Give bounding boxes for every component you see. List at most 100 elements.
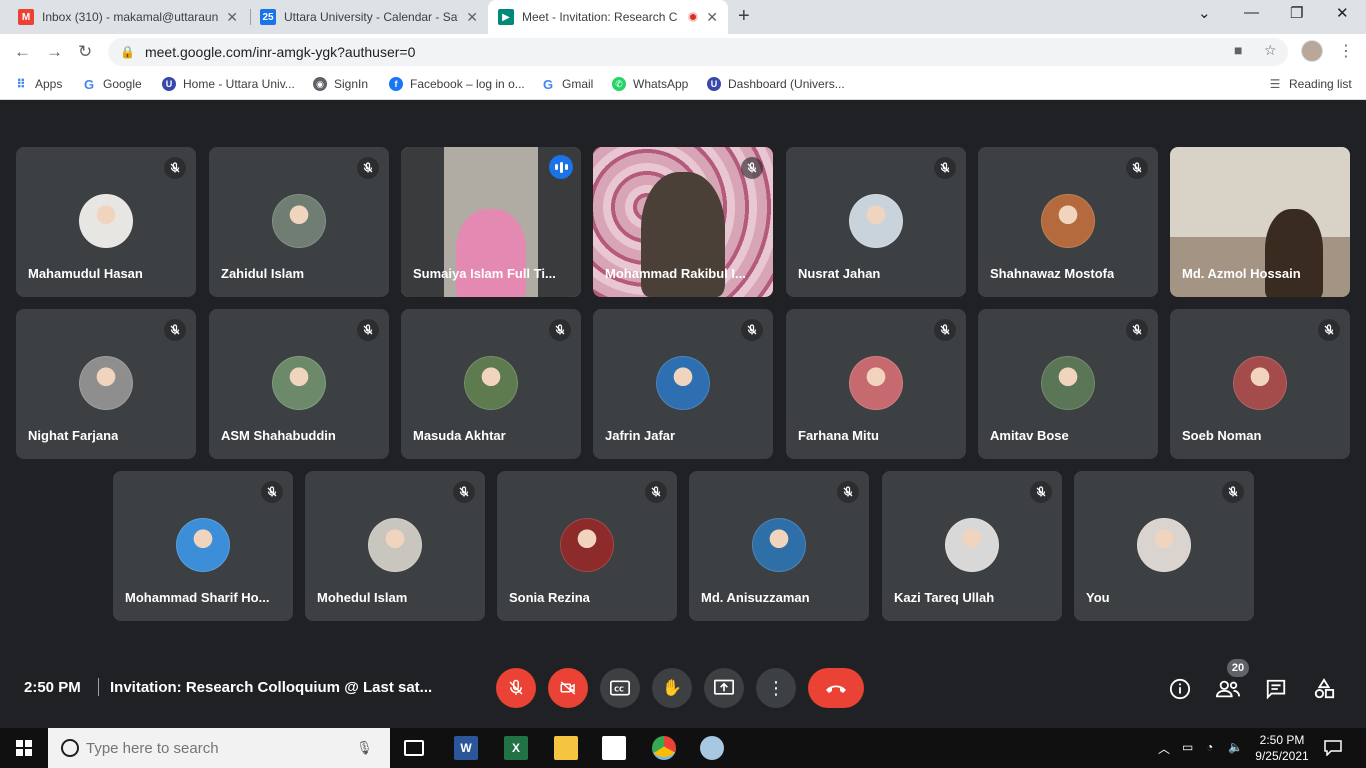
participant-tile[interactable]: ASM Shahabuddin <box>209 309 389 459</box>
mic-off-icon <box>1126 157 1148 179</box>
battery-icon[interactable]: ▭ <box>1182 740 1193 754</box>
address-bar[interactable]: 🔒 meet.google.com/inr-amgk-ygk?authuser=… <box>108 38 1288 66</box>
mic-off-icon <box>837 481 859 503</box>
activities-button[interactable] <box>1311 676 1337 702</box>
bookmark-facebook[interactable]: f Facebook – log in o... <box>389 77 525 91</box>
taskbar-search[interactable]: 🎙 <box>48 728 390 768</box>
reload-button[interactable]: ↻ <box>78 42 92 62</box>
participant-name: Kazi Tareq Ullah <box>894 590 995 605</box>
wifi-icon[interactable]: ◔ <box>1206 740 1213 754</box>
taskbar-date: 9/25/2021 <box>1255 749 1309 763</box>
close-window-button[interactable]: ✕ <box>1336 4 1349 22</box>
browser-menu-icon[interactable]: ⋮ <box>1338 41 1354 61</box>
participant-tile[interactable]: Sumaiya Islam Full Ti... <box>401 147 581 297</box>
participant-name: Masuda Akhtar <box>413 428 506 443</box>
participant-name: Mohammad Rakibul I... <box>605 266 746 281</box>
close-tab-icon[interactable]: ✕ <box>706 9 718 26</box>
bookmark-label: Apps <box>35 77 63 91</box>
close-tab-icon[interactable]: ✕ <box>226 9 238 26</box>
show-hidden-icons[interactable]: ︿ <box>1158 740 1170 757</box>
participant-tile[interactable]: Kazi Tareq Ullah <box>882 471 1062 621</box>
participant-tile[interactable]: Mahamudul Hasan <box>16 147 196 297</box>
back-button[interactable]: ← <box>14 42 31 62</box>
reading-list-button[interactable]: ☰ Reading list <box>1268 77 1352 91</box>
windows-start-icon[interactable] <box>16 740 32 761</box>
bookmark-label: Home - Uttara Univ... <box>183 77 295 91</box>
participant-avatar <box>945 518 999 572</box>
bookmark-label: Gmail <box>562 77 594 91</box>
taskbar-search-input[interactable] <box>86 739 356 757</box>
info-icon <box>1169 678 1191 700</box>
lock-icon[interactable]: 🔒 <box>120 45 135 59</box>
raise-hand-button[interactable]: ✋ <box>652 668 692 708</box>
mic-off-icon <box>164 157 186 179</box>
participant-tile[interactable]: Jafrin Jafar <box>593 309 773 459</box>
bookmark-google[interactable]: G Google <box>82 77 142 92</box>
meeting-details-button[interactable] <box>1167 676 1193 702</box>
participant-tile[interactable]: Md. Anisuzzaman <box>689 471 869 621</box>
show-everyone-button[interactable] <box>1215 676 1241 702</box>
participant-tile[interactable]: Nighat Farjana <box>16 309 196 459</box>
task-view-icon[interactable] <box>404 740 424 756</box>
tab-title: Meet - Invitation: Research C <box>522 10 678 24</box>
volume-icon[interactable]: 🔈 <box>1228 740 1243 754</box>
camera-toggle-button[interactable] <box>548 668 588 708</box>
paint-icon[interactable] <box>700 736 724 760</box>
participant-tile[interactable]: Nusrat Jahan <box>786 147 966 297</box>
microphone-icon[interactable]: 🎙 <box>356 740 373 756</box>
chat-button[interactable] <box>1263 676 1289 702</box>
participant-tile[interactable]: Zahidul Islam <box>209 147 389 297</box>
close-tab-icon[interactable]: ✕ <box>466 9 478 26</box>
bookmark-uttara-home[interactable]: U Home - Uttara Univ... <box>162 77 295 91</box>
tab-meet[interactable]: ▶ Meet - Invitation: Research C ✕ <box>488 0 728 34</box>
bookmark-star-icon[interactable]: ☆ <box>1264 42 1277 59</box>
participant-video-figure <box>1265 209 1323 297</box>
participant-tile[interactable]: Sonia Rezina <box>497 471 677 621</box>
participant-tile[interactable]: Mohammad Sharif Ho... <box>113 471 293 621</box>
tab-search-icon[interactable]: ⌄ <box>1198 4 1211 22</box>
bookmark-dashboard[interactable]: U Dashboard (Univers... <box>707 77 845 91</box>
word-icon[interactable]: W <box>454 736 478 760</box>
participant-tile[interactable]: Amitav Bose <box>978 309 1158 459</box>
calendar-icon: 25 <box>260 9 276 25</box>
more-options-button[interactable]: ⋮ <box>756 668 796 708</box>
profile-avatar[interactable] <box>1301 40 1323 62</box>
participant-tile[interactable]: You <box>1074 471 1254 621</box>
participant-avatar <box>1041 194 1095 248</box>
participant-tile[interactable]: Md. Azmol Hossain <box>1170 147 1350 297</box>
taskbar-clock[interactable]: 2:50 PM 9/25/2021 <box>1252 732 1312 764</box>
excel-icon[interactable]: X <box>504 736 528 760</box>
maximize-button[interactable]: ❐ <box>1290 4 1303 22</box>
participant-tile[interactable]: Mohedul Islam <box>305 471 485 621</box>
participant-tile[interactable]: Mohammad Rakibul I... <box>593 147 773 297</box>
participant-avatar <box>1137 518 1191 572</box>
captions-button[interactable]: CC <box>600 668 640 708</box>
present-now-button[interactable] <box>704 668 744 708</box>
tab-calendar[interactable]: 25 Uttara University - Calendar - Sat ✕ <box>250 0 488 34</box>
participant-tile[interactable]: Masuda Akhtar <box>401 309 581 459</box>
participant-tile[interactable]: Shahnawaz Mostofa <box>978 147 1158 297</box>
new-tab-button[interactable]: + <box>738 5 750 28</box>
bookmark-gmail[interactable]: G Gmail <box>541 77 594 92</box>
bookmark-signin[interactable]: ◉ SignIn <box>313 77 368 91</box>
minimize-button[interactable]: — <box>1244 4 1259 21</box>
chrome-icon[interactable] <box>652 736 676 760</box>
bookmark-label: SignIn <box>334 77 369 91</box>
microphone-toggle-button[interactable] <box>496 668 536 708</box>
camera-in-use-icon[interactable]: ■ <box>1234 42 1242 58</box>
apps-grid-icon: ⠿ <box>16 77 26 91</box>
meeting-divider <box>98 678 99 696</box>
forward-button[interactable]: → <box>46 42 63 62</box>
notifications-icon[interactable] <box>1324 740 1342 761</box>
bookmark-apps[interactable]: ⠿ Apps <box>14 77 62 91</box>
tab-inbox[interactable]: M Inbox (310) - makamal@uttaraun ✕ <box>8 0 248 34</box>
participant-tile[interactable]: Farhana Mitu <box>786 309 966 459</box>
search-icon <box>61 739 79 757</box>
leave-call-button[interactable] <box>808 668 864 708</box>
bookmark-whatsapp[interactable]: ✆ WhatsApp <box>612 77 688 91</box>
participant-count-badge: 20 <box>1227 659 1249 677</box>
participant-tile[interactable]: Soeb Noman <box>1170 309 1350 459</box>
participant-video-figure <box>456 209 526 297</box>
microsoft-store-icon[interactable] <box>602 736 626 760</box>
file-explorer-icon[interactable] <box>554 736 578 760</box>
